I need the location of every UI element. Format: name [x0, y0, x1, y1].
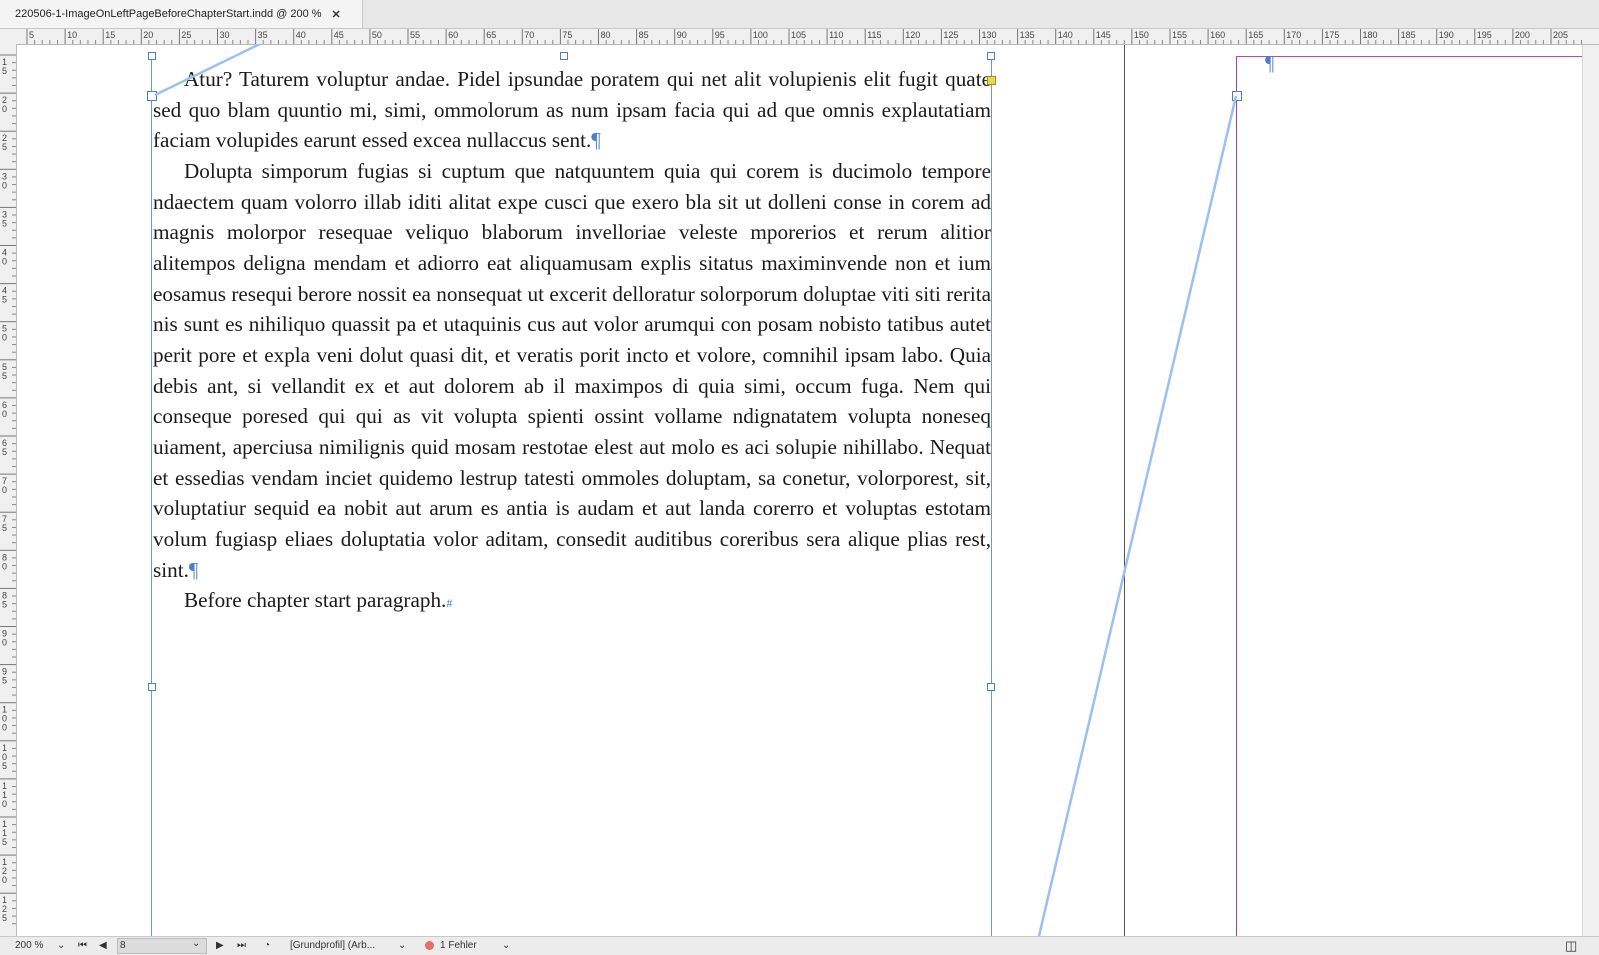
ruler-label: 80: [601, 30, 611, 40]
ruler-label: 5: [29, 30, 34, 40]
zoom-level[interactable]: 200 %: [15, 940, 43, 951]
ruler-label: 0: [2, 104, 7, 114]
ruler-label: 0: [2, 409, 7, 419]
ruler-label: 25: [181, 30, 191, 40]
first-page-icon[interactable]: ⏮: [78, 940, 87, 951]
ruler-label: 170: [1286, 30, 1301, 40]
ruler-label: 40: [296, 30, 306, 40]
ruler-label: 35: [258, 30, 268, 40]
ruler-label: 0: [2, 561, 7, 571]
ruler-label: 145: [1096, 30, 1111, 40]
ruler-label: 5: [2, 676, 7, 686]
ruler-label: 165: [1248, 30, 1263, 40]
horizontal-ruler-ticks: 5 10 15 20 25 30 35 40 45 50 55 60 65 70 75 80 85 90 95 100…: [26, 29, 1582, 44]
ruler-label: 75: [562, 30, 572, 40]
ruler-label: 0: [2, 638, 7, 648]
ruler-label: 55: [410, 30, 420, 40]
ruler-label: 0: [2, 723, 7, 733]
ruler-label: 120: [905, 30, 920, 40]
ruler-label: 155: [1172, 30, 1187, 40]
ruler-label: 60: [448, 30, 458, 40]
thread-line-out: [1037, 95, 1238, 936]
zoom-dropdown-chevron-icon[interactable]: ⌄: [57, 940, 65, 951]
error-count[interactable]: 1 Fehler: [440, 940, 477, 951]
text-thread-lines: [154, 45, 1238, 936]
ruler-label: 5: [2, 837, 7, 847]
ruler-label: 5: [2, 761, 7, 771]
ruler-label: 5: [2, 523, 7, 533]
page-number-field[interactable]: 8 ⌄: [117, 938, 207, 954]
errors-dropdown-chevron-icon[interactable]: ⌄: [502, 940, 510, 951]
ruler-label: 5: [2, 295, 7, 305]
close-icon[interactable]: ✕: [332, 8, 341, 21]
previous-page-icon[interactable]: ◀: [99, 940, 107, 951]
ruler-label: 125: [943, 30, 958, 40]
ruler-label: 45: [334, 30, 344, 40]
ruler-label: 5: [2, 142, 7, 152]
ruler-label: 5: [2, 599, 7, 609]
ruler-label: 0: [2, 799, 7, 809]
ruler-label: 115: [867, 30, 881, 40]
ruler-label: 205: [1553, 30, 1568, 40]
ruler-label: 130: [982, 30, 997, 40]
ruler-label: 0: [2, 333, 7, 343]
ruler-label: 105: [791, 30, 806, 40]
ruler-label: 195: [1477, 30, 1492, 40]
ruler-label: 0: [2, 180, 7, 190]
ruler-label: 110: [829, 30, 843, 40]
document-tab-title[interactable]: 220506-1-ImageOnLeftPageBeforeChapterSta…: [15, 8, 322, 20]
ruler-label: 100: [753, 30, 768, 40]
ruler-label: 30: [220, 30, 230, 40]
document-tab-bar: 220506-1-ImageOnLeftPageBeforeChapterSta…: [0, 0, 1599, 29]
ruler-label: 5: [2, 218, 7, 228]
preflight-profile[interactable]: [Grundprofil] (Arb...: [290, 940, 375, 951]
ruler-label: 95: [715, 30, 725, 40]
ruler-label: 0: [2, 485, 7, 495]
split-layout-view-icon[interactable]: ◫: [1565, 938, 1577, 954]
ruler-label: 135: [1020, 30, 1035, 40]
preflight-spinner-icon[interactable]: ◔: [264, 940, 270, 951]
vertical-ruler[interactable]: 1520253035404550556065707580859095100105…: [0, 44, 17, 936]
thread-line-in: [154, 45, 261, 97]
ruler-label: 5: [2, 371, 7, 381]
ruler-label: 15: [105, 30, 115, 40]
ruler-label: 150: [1134, 30, 1149, 40]
ruler-label: 160: [1210, 30, 1225, 40]
ruler-label: 5: [2, 913, 7, 923]
status-bar: 200 % ⌄ ⏮ ◀ 8 ⌄ ▶ ⏭ ◔ [Grundprofil] (Arb…: [0, 936, 1599, 955]
ruler-label: 20: [143, 30, 153, 40]
page-dropdown-chevron-icon[interactable]: ⌄: [192, 938, 200, 949]
ruler-label: 5: [2, 447, 7, 457]
ruler-label: 0: [2, 875, 7, 885]
ruler-label: 50: [372, 30, 382, 40]
page-number-value: 8: [120, 940, 126, 951]
document-tab[interactable]: 220506-1-ImageOnLeftPageBeforeChapterSta…: [0, 0, 363, 28]
error-status-icon: [425, 941, 434, 950]
ruler-label: 140: [1058, 30, 1073, 40]
document-canvas[interactable]: ¶ Atur? Taturem voluptur andae. Pidel ip…: [17, 45, 1582, 936]
next-page-icon[interactable]: ▶: [216, 940, 224, 951]
last-page-icon[interactable]: ⏭: [237, 940, 246, 951]
ruler-label: 65: [486, 30, 496, 40]
vertical-ruler-ticks: 1520253035404550556065707580859095100105…: [0, 54, 16, 925]
ruler-label: 180: [1363, 30, 1378, 40]
ruler-label: 10: [67, 30, 77, 40]
ruler-label: 200: [1515, 30, 1530, 40]
ruler-label: 185: [1401, 30, 1416, 40]
ruler-label: 70: [524, 30, 534, 40]
ruler-label: 190: [1439, 30, 1454, 40]
ruler-label: 0: [2, 257, 7, 267]
ruler-label: 85: [639, 30, 649, 40]
profile-dropdown-chevron-icon[interactable]: ⌄: [398, 940, 406, 951]
ruler-label: 175: [1324, 30, 1339, 40]
ruler-label: 90: [677, 30, 687, 40]
ruler-label: 5: [2, 66, 7, 76]
vertical-scrollbar[interactable]: [1582, 45, 1599, 936]
horizontal-ruler[interactable]: 5 10 15 20 25 30 35 40 45 50 55 60 65 70 75 80 85 90 95 100…: [0, 29, 1599, 45]
